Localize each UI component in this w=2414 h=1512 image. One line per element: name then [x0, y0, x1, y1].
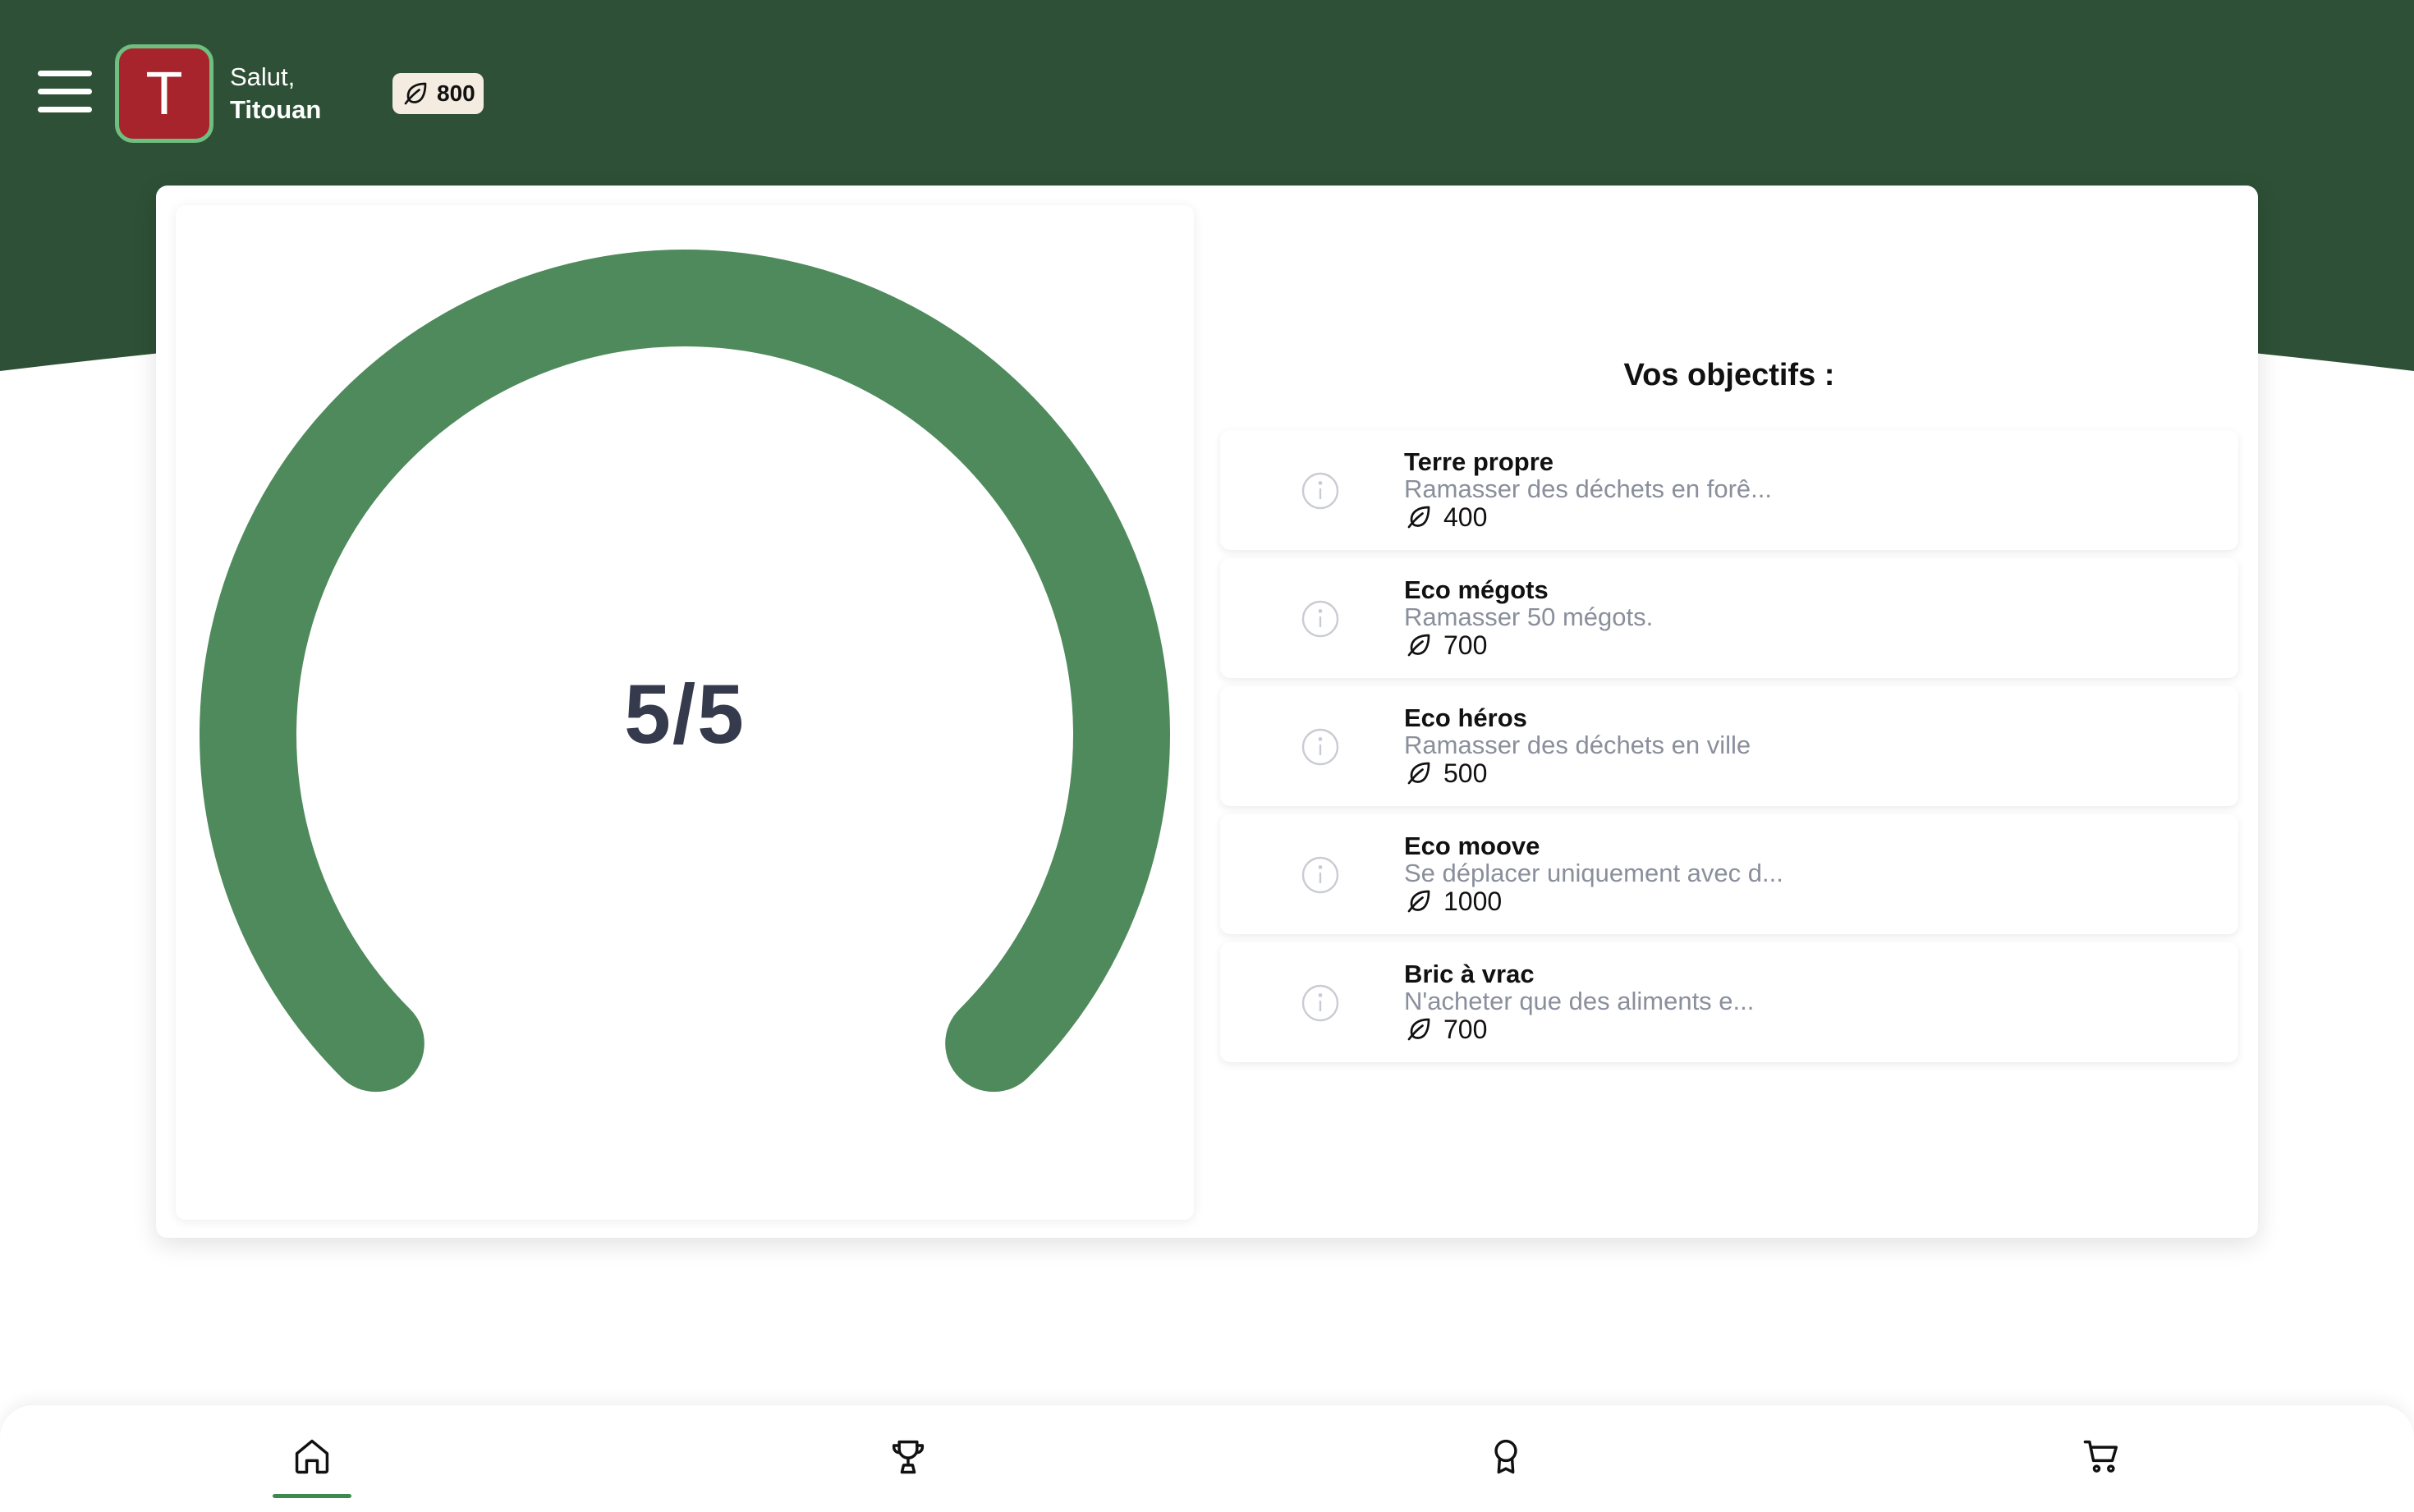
goal-text: Terre propre Ramasser des déchets en for…	[1404, 448, 1772, 532]
goal-points: 700	[1404, 630, 1653, 660]
goal-item[interactable]: Terre propre Ramasser des déchets en for…	[1220, 430, 2238, 550]
greeting: Salut, Titouan	[230, 61, 321, 126]
leaf-icon	[1407, 1018, 1430, 1041]
user-name: Titouan	[230, 95, 322, 124]
bottom-nav	[0, 1405, 2414, 1512]
nav-trophy[interactable]	[867, 1423, 949, 1497]
goal-points: 500	[1404, 758, 1751, 788]
goal-points-value: 700	[1443, 630, 1488, 660]
info-icon[interactable]	[1301, 599, 1340, 639]
goal-text: Bric à vrac N'acheter que des aliments e…	[1404, 960, 1754, 1044]
avatar[interactable]: T	[115, 44, 213, 143]
goal-description: Ramasser des déchets en ville	[1404, 731, 1751, 759]
goal-points-value: 700	[1443, 1015, 1488, 1044]
active-tab-indicator	[273, 1494, 351, 1498]
progress-label: 5/5	[624, 667, 746, 761]
goal-text: Eco moove Se déplacer uniquement avec d.…	[1404, 832, 1783, 916]
goal-title: Eco mégots	[1404, 575, 1549, 604]
goal-title: Eco héros	[1404, 703, 1527, 732]
goal-text: Eco mégots Ramasser 50 mégots. 700	[1404, 576, 1653, 660]
goal-title: Terre propre	[1404, 447, 1554, 476]
cart-icon	[2083, 1440, 2118, 1473]
goal-item[interactable]: Bric à vrac N'acheter que des aliments e…	[1220, 942, 2238, 1062]
goal-description: Ramasser 50 mégots.	[1404, 603, 1654, 631]
leaf-icon	[1407, 762, 1430, 785]
goals-list: Terre propre Ramasser des déchets en for…	[1220, 430, 2238, 1070]
progress-gauge-panel: 5/5	[176, 205, 1194, 1220]
leaf-icon	[404, 82, 427, 105]
info-icon[interactable]	[1301, 471, 1340, 511]
goal-item[interactable]: Eco mégots Ramasser 50 mégots. 700	[1220, 558, 2238, 678]
points-value: 800	[437, 80, 475, 106]
info-icon[interactable]	[1301, 727, 1340, 767]
goals-title: Vos objectifs :	[1623, 358, 1835, 392]
goal-points: 1000	[1404, 887, 1783, 916]
goal-item[interactable]: Eco héros Ramasser des déchets en ville …	[1220, 686, 2238, 806]
goal-points-value: 1000	[1443, 887, 1503, 916]
app-root: T Salut, Titouan 800 5/5 Vos objectifs :…	[0, 0, 2414, 1512]
nav-cart[interactable]	[2061, 1423, 2143, 1497]
main-card: 5/5 Vos objectifs : Terre propre Ramasse…	[156, 186, 2258, 1238]
nav-awards[interactable]	[1465, 1423, 1547, 1497]
leaf-icon	[1407, 890, 1430, 913]
goal-description: Ramasser des déchets en forê...	[1404, 474, 1773, 503]
home-icon	[295, 1439, 329, 1474]
greeting-text: Salut,	[230, 62, 296, 91]
goal-title: Bric à vrac	[1404, 960, 1535, 988]
leaf-icon	[1407, 506, 1430, 529]
points-badge: 800	[392, 73, 484, 114]
goal-title: Eco moove	[1404, 832, 1540, 860]
hamburger-menu-icon[interactable]	[38, 71, 92, 113]
award-icon	[1494, 1439, 1517, 1474]
leaf-icon	[1407, 634, 1430, 657]
goal-points-value: 500	[1443, 758, 1488, 788]
goal-description: Se déplacer uniquement avec d...	[1404, 859, 1783, 887]
goal-item[interactable]: Eco moove Se déplacer uniquement avec d.…	[1220, 814, 2238, 934]
info-icon[interactable]	[1301, 983, 1340, 1023]
info-icon[interactable]	[1301, 855, 1340, 895]
trophy-icon	[892, 1440, 925, 1474]
nav-home[interactable]	[271, 1423, 353, 1498]
goal-points-value: 400	[1443, 502, 1488, 532]
goal-points: 700	[1404, 1015, 1754, 1044]
goal-description: N'acheter que des aliments e...	[1404, 987, 1755, 1015]
goal-points: 400	[1404, 502, 1772, 532]
goal-text: Eco héros Ramasser des déchets en ville …	[1404, 704, 1751, 788]
